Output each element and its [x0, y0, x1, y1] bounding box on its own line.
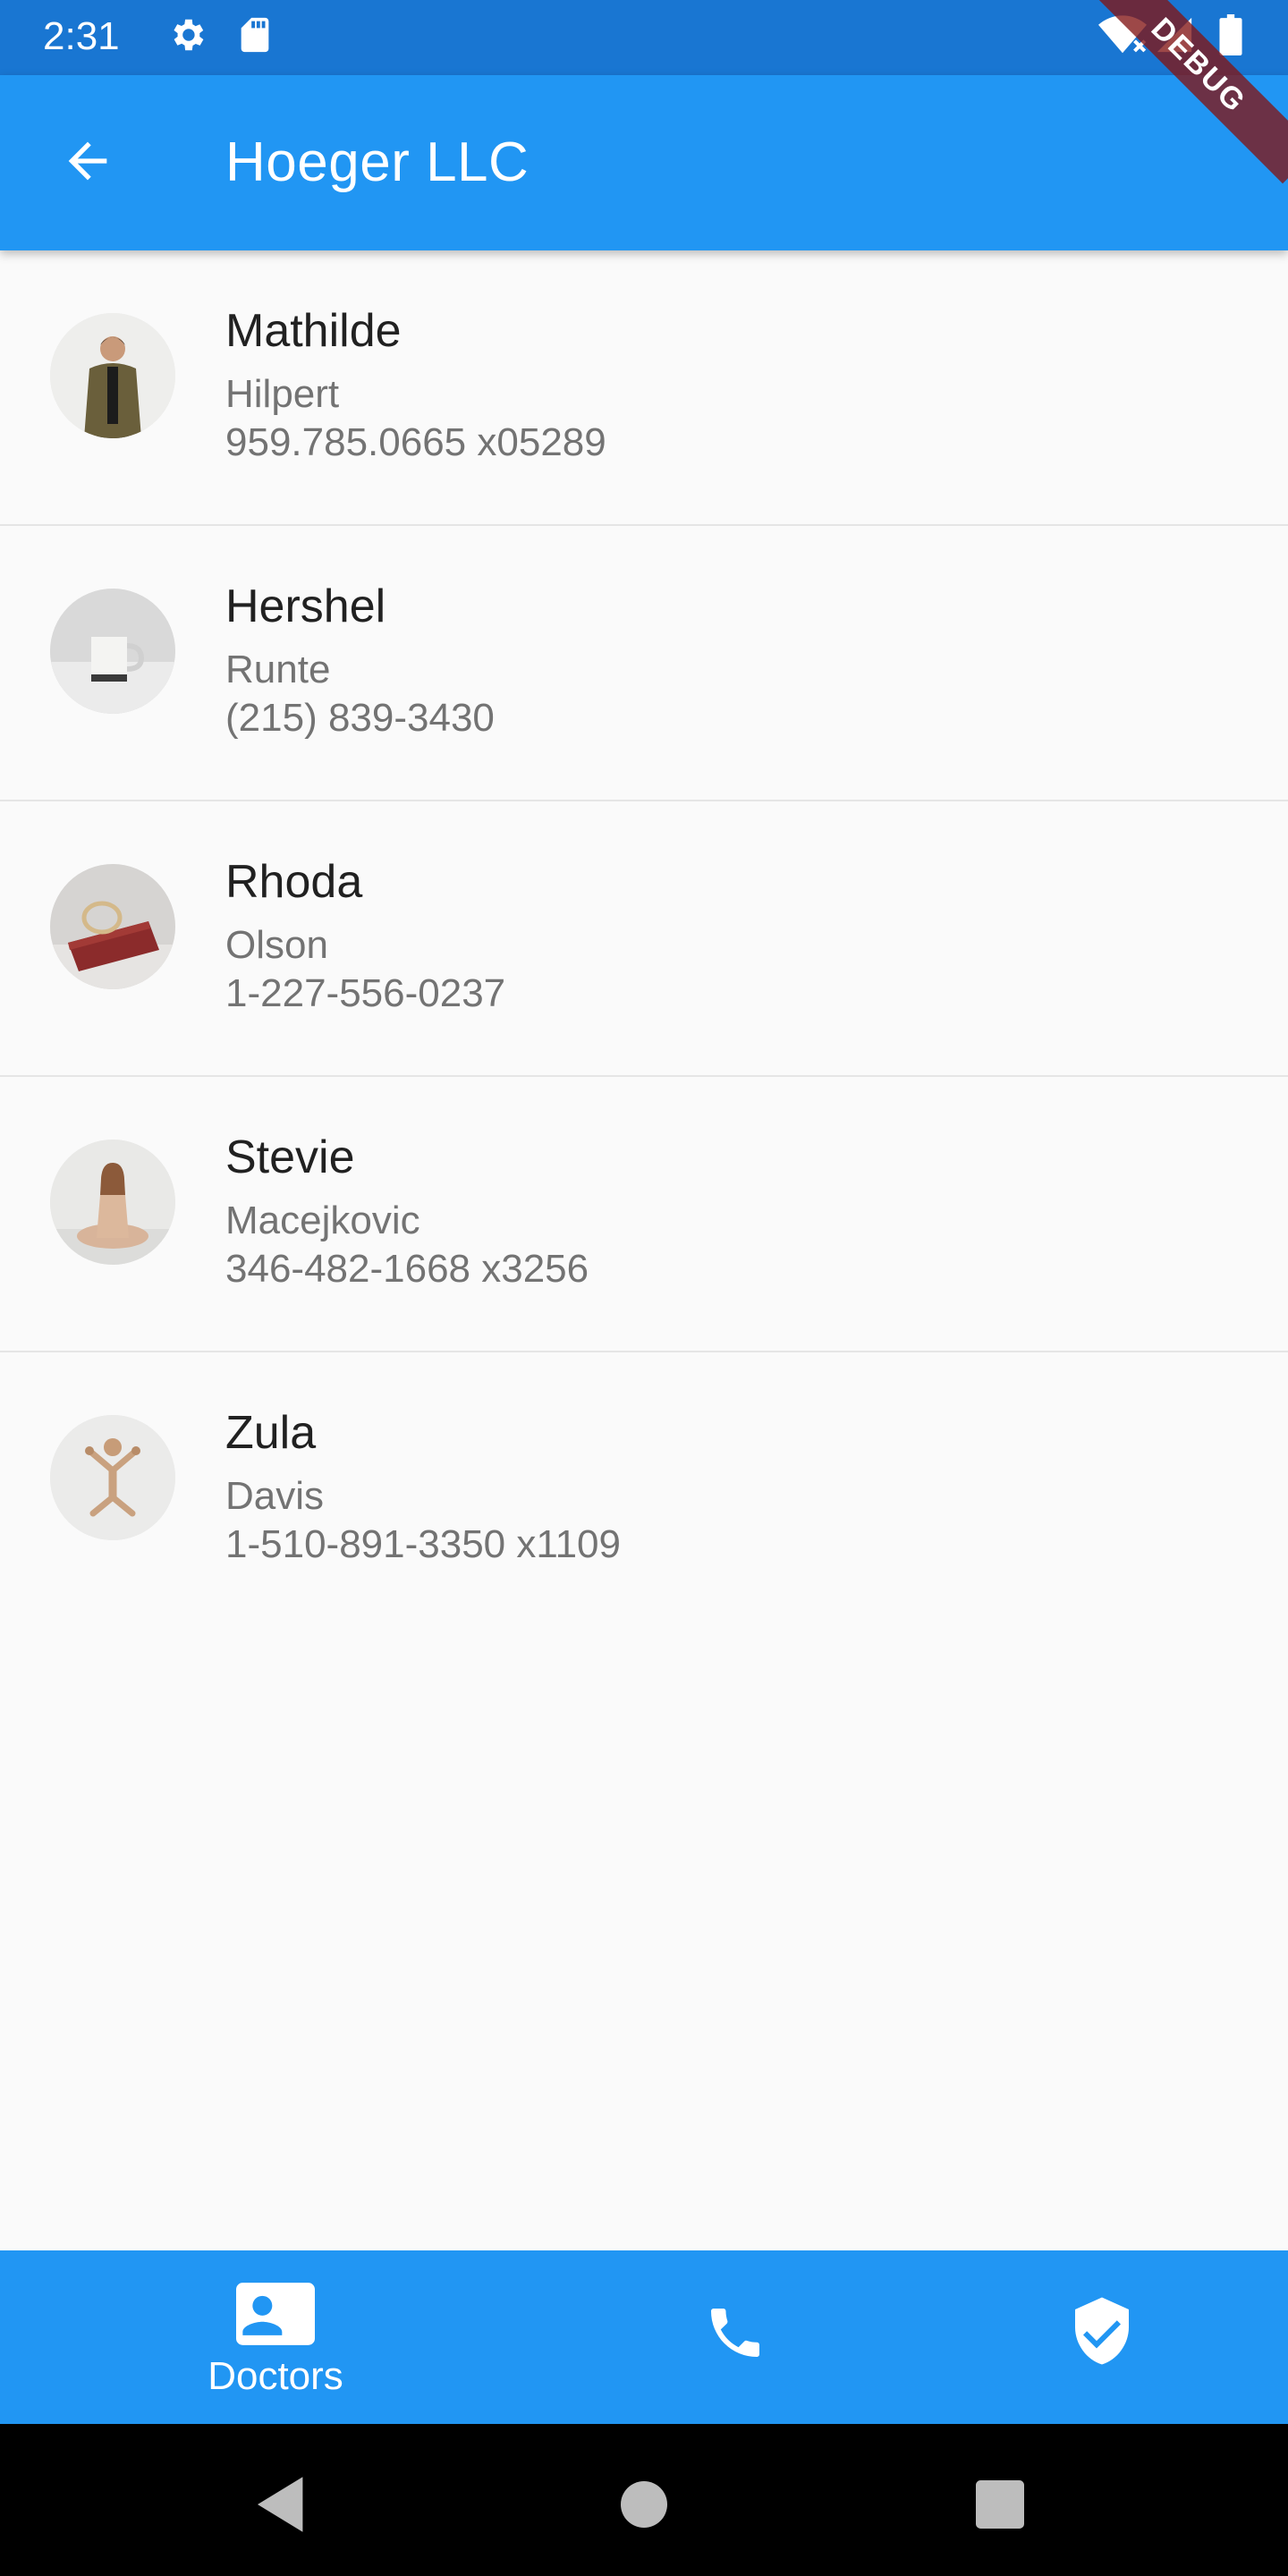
- list-item[interactable]: Zula Davis 1-510-891-3350 x1109: [0, 1352, 1288, 1626]
- avatar: [50, 589, 175, 714]
- contact-card-icon: [236, 2283, 315, 2350]
- contact-first-name: Hershel: [225, 580, 386, 632]
- avatar: [50, 864, 175, 989]
- status-bar: 2:31: [0, 0, 1288, 75]
- contact-last-name: Davis: [225, 1474, 325, 1518]
- sd-card-icon: [234, 14, 275, 60]
- avatar: [50, 1415, 175, 1540]
- verified-shield-icon: [1070, 2297, 1134, 2375]
- list-item[interactable]: Rhoda Olson 1-227-556-0237: [0, 801, 1288, 1077]
- gear-icon: [166, 14, 208, 60]
- battery-icon: [1218, 14, 1243, 60]
- contact-list: Mathilde Hilpert 959.785.0665 x05289 Her…: [0, 250, 1288, 1626]
- bottom-nav: Doctors: [0, 2250, 1288, 2424]
- nav-item-verified[interactable]: [887, 2250, 1288, 2424]
- list-item[interactable]: Mathilde Hilpert 959.785.0665 x05289: [0, 250, 1288, 526]
- list-item[interactable]: Stevie Macejkovic 346-482-1668 x3256: [0, 1077, 1288, 1352]
- nav-item-doctors[interactable]: Doctors: [61, 2250, 490, 2424]
- contact-first-name: Stevie: [225, 1131, 355, 1183]
- contact-phone: 1-227-556-0237: [225, 971, 506, 1015]
- avatar: [50, 1140, 175, 1265]
- back-triangle-icon[interactable]: [247, 2469, 318, 2540]
- status-time: 2:31: [43, 14, 120, 58]
- avatar: [50, 313, 175, 438]
- contact-last-name: Macejkovic: [225, 1199, 420, 1242]
- recents-square-icon[interactable]: [964, 2469, 1036, 2540]
- contact-phone: 959.785.0665 x05289: [225, 420, 606, 464]
- contact-first-name: Zula: [225, 1407, 317, 1459]
- contact-phone: 1-510-891-3350 x1109: [225, 1522, 621, 1566]
- page-title: Hoeger LLC: [225, 131, 530, 193]
- contact-last-name: Hilpert: [225, 372, 340, 416]
- system-nav-bar: [0, 2424, 1288, 2576]
- app-bar: Hoeger LLC: [0, 75, 1288, 250]
- back-button[interactable]: [45, 120, 131, 206]
- arrow-back-icon: [59, 132, 116, 194]
- contact-first-name: Rhoda: [225, 856, 363, 908]
- contact-phone: 346-482-1668 x3256: [225, 1247, 589, 1291]
- contact-first-name: Mathilde: [225, 305, 402, 357]
- phone-icon: [703, 2301, 767, 2369]
- home-circle-icon[interactable]: [608, 2469, 680, 2540]
- list-item[interactable]: Hershel Runte (215) 839-3430: [0, 526, 1288, 801]
- nav-label: Doctors: [208, 2354, 343, 2398]
- contact-last-name: Runte: [225, 648, 331, 691]
- contact-phone: (215) 839-3430: [225, 696, 495, 740]
- nav-item-calls[interactable]: [521, 2250, 950, 2424]
- contact-last-name: Olson: [225, 923, 328, 967]
